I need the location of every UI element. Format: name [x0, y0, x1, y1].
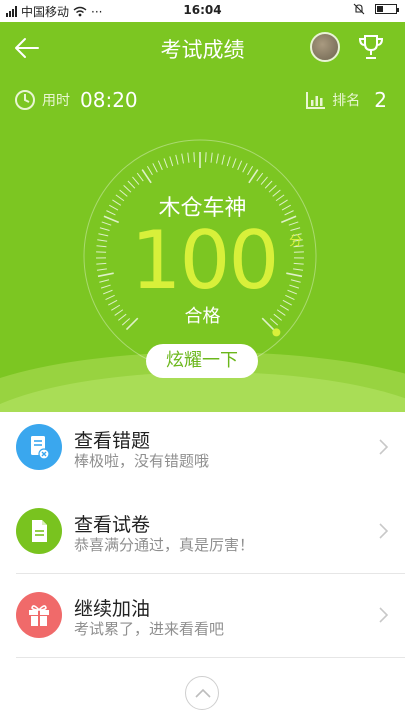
exam-paper-icon [16, 508, 62, 554]
gauge-tick [288, 221, 299, 226]
nav-bar: 考试成绩 [0, 22, 405, 74]
gauge-tick [132, 176, 140, 185]
gauge-tick [97, 239, 108, 242]
stats-row: 用时 08:20 排名 2 [0, 86, 405, 116]
gift-icon [16, 592, 62, 638]
score-unit: 分 [289, 234, 303, 249]
alarm-off-icon [353, 3, 365, 15]
wrong-questions-icon [16, 424, 62, 470]
gauge-tick [247, 166, 254, 176]
gauge-tick [175, 154, 179, 165]
share-button[interactable]: 炫耀一下 [146, 344, 258, 378]
gauge-tick [289, 284, 300, 289]
gauge-tick [96, 268, 107, 271]
time-value: 08:20 [80, 88, 138, 112]
gauge-tick [293, 262, 304, 265]
item-subtitle: 棒极啦，没有错题哦 [74, 452, 210, 470]
status-right [353, 3, 399, 15]
chevron-right-icon [379, 523, 389, 539]
gauge-tick [105, 294, 115, 300]
gauge-tick [99, 227, 110, 231]
gauge-progress-marker [272, 328, 281, 337]
gauge-tick [127, 180, 136, 189]
gauge-tick [96, 262, 107, 265]
elapsed-time: 用时 08:20 [14, 88, 138, 112]
gauge-tick [193, 152, 195, 163]
scroll-up-button[interactable] [185, 676, 219, 710]
bar-chart-icon [306, 92, 326, 109]
gauge-tick [102, 289, 113, 295]
gauge-tick [237, 160, 243, 171]
clock-icon [15, 90, 35, 110]
item-title: 查看错题 [74, 430, 151, 452]
chevron-up-icon [195, 688, 211, 698]
status-bar: 中国移动 ··· 16:04 [0, 0, 405, 22]
gauge-tick [96, 245, 107, 248]
item-subtitle: 考试累了，进来看看吧 [74, 620, 225, 638]
gauge-tick [181, 153, 184, 164]
gauge-tick [205, 152, 207, 163]
gauge-tick [169, 156, 174, 167]
ranking: 排名 2 [306, 88, 387, 112]
rank-value: 2 [374, 88, 387, 112]
gauge-tick [290, 279, 301, 283]
action-list: 查看错题 棒极啦，没有错题哦 查看试卷 恭喜满分通过，真是厉害！ 继续加油 考试… [0, 406, 405, 658]
gauge-tick [97, 272, 114, 278]
gauge-tick [99, 279, 110, 283]
divider [16, 657, 405, 658]
gauge-tick [146, 166, 153, 176]
item-subtitle: 恭喜满分通过，真是厉害！ [74, 536, 255, 554]
item-title: 继续加油 [74, 598, 151, 620]
score-value: 100 [130, 214, 280, 307]
chevron-right-icon [379, 607, 389, 623]
gauge-tick [221, 154, 225, 165]
gauge-tick [285, 294, 295, 300]
trophy-icon[interactable] [356, 32, 386, 62]
item-title: 查看试卷 [74, 514, 151, 536]
gauge-tick [287, 289, 298, 295]
page-title: 考试成绩 [160, 38, 245, 62]
gauge-tick [152, 163, 158, 173]
score-header: 考试成绩 用时 08:20 排名 2 木仓车神 100 分 合格 炫耀一下 [0, 22, 405, 412]
gauge-tick [210, 152, 213, 163]
gauge-tick [157, 160, 163, 171]
gauge-tick [141, 169, 152, 184]
gauge-tick [98, 233, 109, 237]
gauge-tick [286, 272, 303, 278]
gauge-tick [264, 180, 273, 189]
pass-status: 合格 [184, 306, 221, 327]
gauge-tick [163, 158, 168, 168]
battery-icon [375, 4, 399, 14]
rank-label: 排名 [332, 93, 361, 109]
gauge-tick [101, 221, 112, 226]
list-item-keep-going[interactable]: 继续加油 考试累了，进来看看吧 [0, 574, 405, 658]
gauge-tick [226, 156, 231, 167]
gauge-tick [136, 172, 144, 182]
gauge-tick [242, 163, 248, 173]
avatar[interactable] [310, 32, 340, 62]
gauge-tick [256, 172, 264, 182]
gauge-tick [248, 169, 259, 184]
gauge-tick [293, 268, 304, 271]
gauge-tick [232, 158, 237, 168]
gauge-tick [100, 284, 111, 289]
status-time: 16:04 [183, 3, 222, 17]
gauge-tick [260, 176, 268, 185]
list-item-exam-paper[interactable]: 查看试卷 恭喜满分通过，真是厉害！ [0, 490, 405, 574]
gauge-tick [216, 153, 219, 164]
gauge-tick [187, 152, 190, 163]
chevron-right-icon [379, 439, 389, 455]
list-item-wrong-questions[interactable]: 查看错题 棒极啦，没有错题哦 [0, 406, 405, 490]
time-label: 用时 [42, 93, 70, 109]
